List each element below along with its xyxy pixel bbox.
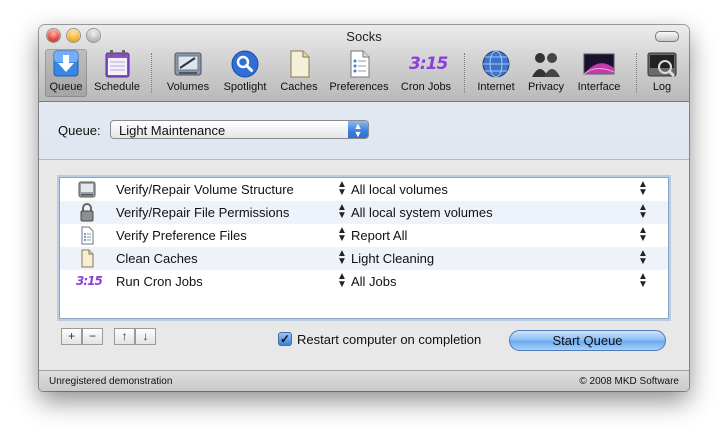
app-window: Socks Queue Schedule Volumes Spotlight C… [39,25,689,391]
task-stepper[interactable]: ▲ ▼ [337,272,347,290]
cron-clock-icon: 3:15 [76,272,103,291]
start-queue-button[interactable]: Start Queue [509,330,666,351]
desktop-icon [582,49,616,79]
task-row[interactable]: Verify Preference Files ▲ ▼ Report All ▲ ▼ [60,224,668,247]
toolbar-label-interface: Interface [577,81,621,93]
task-option[interactable]: All local system volumes [351,205,493,220]
restart-checkbox[interactable]: ✓ [278,332,292,346]
remove-task-button[interactable]: − [82,328,103,345]
cache-file-icon [76,249,98,268]
copyright-text: © 2008 MKD Software [579,376,679,387]
toolbar-label-queue: Queue [49,81,83,93]
option-stepper[interactable]: ▲ ▼ [638,203,648,221]
hard-drive-icon [171,49,205,79]
people-silhouette-icon [529,49,563,79]
task-option[interactable]: Report All [351,228,407,243]
task-row[interactable]: 3:15 Run Cron Jobs ▲ ▼ All Jobs ▲ ▼ [60,270,668,293]
toolbar-separator [151,53,153,93]
popup-arrows-icon: ▲ ▼ [348,121,368,139]
toolbar-label-log: Log [652,81,672,93]
queue-label: Queue: [58,123,101,138]
toolbar-cron-jobs[interactable]: 3:15 Cron Jobs [398,49,454,97]
toolbar-preferences[interactable]: Preferences [326,49,392,97]
restart-checkbox-label[interactable]: Restart computer on completion [297,332,481,347]
cron-clock-icon: 3:15 [409,49,448,79]
option-stepper[interactable]: ▲ ▼ [638,226,648,244]
toolbar-label-spotlight: Spotlight [223,81,267,93]
toolbar-privacy[interactable]: Privacy [523,49,569,97]
toolbar-label-preferences: Preferences [329,81,389,93]
task-name: Run Cron Jobs [116,274,203,289]
titlebar: Socks Queue Schedule Volumes Spotlight C… [39,25,689,102]
status-bar: Unregistered demonstration © 2008 MKD So… [39,370,689,391]
queue-select-value: Light Maintenance [119,123,226,138]
task-name: Verify Preference Files [116,228,247,243]
task-stepper[interactable]: ▲ ▼ [337,249,347,267]
cron-glyph: 3:15 [409,54,448,74]
toolbar-toggle-button[interactable] [655,31,679,42]
task-name: Verify/Repair Volume Structure [116,182,294,197]
move-down-button[interactable]: ↓ [135,328,156,345]
toolbar-label-internet: Internet [477,81,515,93]
task-row[interactable]: Clean Caches ▲ ▼ Light Cleaning ▲ ▼ [60,247,668,270]
task-row[interactable]: Verify/Repair File Permissions ▲ ▼ All lo… [60,201,668,224]
preferences-file-icon [342,49,376,79]
preferences-file-icon [76,226,98,245]
toolbar-log[interactable]: Log [642,49,682,97]
toolbar-label-cron-jobs: Cron Jobs [400,81,452,93]
padlock-icon [76,203,98,222]
toolbar-spotlight[interactable]: Spotlight [220,49,270,97]
task-name: Verify/Repair File Permissions [116,205,290,220]
task-option[interactable]: Light Cleaning [351,251,434,266]
magnifier-icon [228,49,262,79]
toolbar-queue[interactable]: Queue [45,49,87,97]
queue-select[interactable]: Light Maintenance ▲ ▼ [110,120,369,139]
status-left-text: Unregistered demonstration [49,376,173,387]
task-list: Verify/Repair Volume Structure ▲ ▼ All lo… [59,177,669,319]
move-up-button[interactable]: ↑ [114,328,135,345]
toolbar-volumes[interactable]: Volumes [165,49,211,97]
toolbar-schedule[interactable]: Schedule [92,49,142,97]
toolbar-label-caches: Caches [280,81,318,93]
calendar-icon [100,49,134,79]
task-option[interactable]: All Jobs [351,274,397,289]
task-row[interactable]: Verify/Repair Volume Structure ▲ ▼ All lo… [60,178,668,201]
task-stepper[interactable]: ▲ ▼ [337,203,347,221]
toolbar-label-schedule: Schedule [94,81,140,93]
cache-file-icon [282,49,316,79]
task-option[interactable]: All local volumes [351,182,448,197]
task-name: Clean Caches [116,251,198,266]
option-stepper[interactable]: ▲ ▼ [638,272,648,290]
download-arrow-icon [49,49,83,79]
cron-glyph: 3:15 [76,274,103,288]
add-task-button[interactable]: + [61,328,82,345]
task-stepper[interactable]: ▲ ▼ [337,180,347,198]
log-magnifier-icon [645,49,679,79]
toolbar-caches[interactable]: Caches [277,49,321,97]
toolbar-label-privacy: Privacy [527,81,565,93]
toolbar-internet[interactable]: Internet [472,49,520,97]
queue-selector-area: Queue: Light Maintenance ▲ ▼ [39,102,689,160]
hard-drive-icon [76,180,98,199]
option-stepper[interactable]: ▲ ▼ [638,180,648,198]
toolbar-separator [636,53,638,93]
toolbar-interface[interactable]: Interface [572,49,626,97]
window-title: Socks [346,29,382,44]
toolbar-separator [464,53,466,93]
toolbar-label-volumes: Volumes [166,81,210,93]
globe-icon [479,49,513,79]
option-stepper[interactable]: ▲ ▼ [638,249,648,267]
task-stepper[interactable]: ▲ ▼ [337,226,347,244]
